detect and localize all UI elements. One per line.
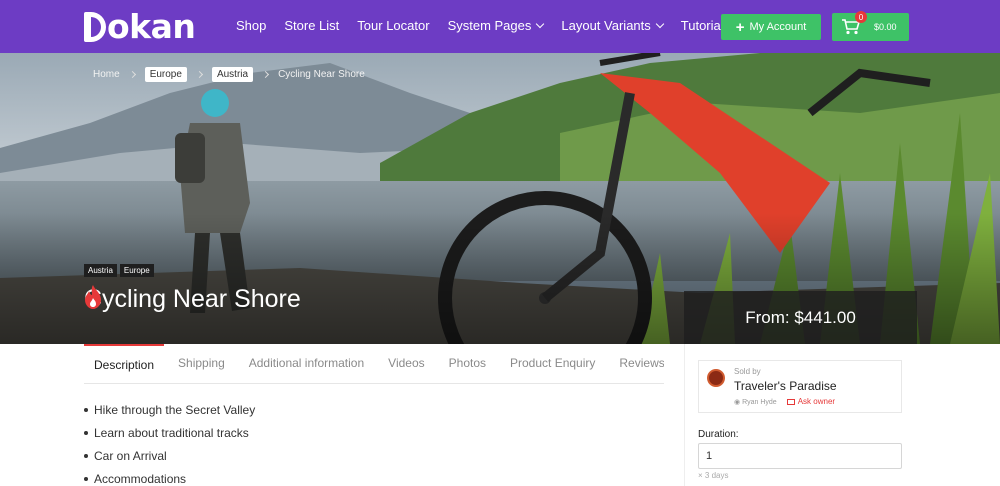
owner-name: ◉ Ryan Hyde: [734, 398, 777, 406]
list-item: Car on Arrival: [84, 444, 255, 467]
cart-count-badge: 0: [855, 11, 867, 23]
tab-product-enquiry[interactable]: Product Enquiry: [500, 344, 605, 383]
breadcrumb-current: Cycling Near Shore: [278, 69, 365, 80]
duration-hint: × 3 days: [698, 471, 729, 480]
tab-reviews[interactable]: Reviews: [609, 344, 664, 383]
chevron-down-icon: [536, 19, 545, 29]
tab-description[interactable]: Description: [84, 344, 165, 383]
logo-d-mark: [84, 12, 106, 42]
chevron-down-icon: [655, 19, 665, 29]
tag-europe[interactable]: Europe: [119, 264, 154, 277]
tour-title-text: Cycling Near Shore: [84, 285, 301, 313]
top-navigation-bar: okan Shop Store List Tour Locator System…: [0, 0, 1000, 53]
description-list: Hike through the Secret Valley Learn abo…: [84, 398, 255, 486]
price-box: From: $441.00: [684, 291, 917, 344]
tab-additional-information[interactable]: Additional information: [239, 344, 374, 383]
product-tabs: Description Shipping Additional informat…: [84, 344, 664, 384]
nav-store-list-label: Store List: [284, 18, 340, 33]
ask-owner-link[interactable]: Ask owner: [786, 397, 836, 406]
my-account-label: My Account: [749, 21, 807, 33]
nav-tour-locator-label: Tour Locator: [357, 18, 430, 33]
my-account-button[interactable]: + My Account: [721, 14, 821, 40]
chevron-right-icon: [262, 70, 270, 79]
cart-total: $0.00: [874, 22, 897, 32]
vendor-name[interactable]: Traveler's Paradise: [734, 379, 837, 393]
price-text: From: $441.00: [745, 307, 856, 327]
duration-input[interactable]: [698, 443, 902, 469]
sold-by-label: Sold by: [734, 367, 761, 376]
tag-austria[interactable]: Austria: [84, 264, 117, 277]
dokan-logo[interactable]: okan: [84, 6, 196, 46]
mail-icon: [786, 398, 795, 405]
nav-shop-label: Shop: [236, 18, 267, 33]
list-item: Hike through the Secret Valley: [84, 398, 255, 421]
hero-banner: Home Europe Austria Cycling Near Shore A…: [0, 53, 1000, 344]
location-tags: Austria Europe: [84, 264, 154, 277]
owner-name-text: Ryan Hyde: [742, 398, 777, 406]
tab-videos[interactable]: Videos: [378, 344, 434, 383]
sidebar-divider: [684, 344, 685, 486]
list-item: Learn about traditional tracks: [84, 421, 255, 444]
main-nav: Shop Store List Tour Locator System Page…: [236, 18, 748, 33]
plus-icon: +: [735, 18, 745, 36]
nav-layout-variants-label: Layout Variants: [561, 18, 651, 33]
duration-label: Duration:: [698, 429, 739, 440]
tab-photos[interactable]: Photos: [439, 344, 496, 383]
nav-tour-locator[interactable]: Tour Locator: [357, 18, 429, 33]
chevron-right-icon: [128, 70, 136, 79]
vendor-card: Sold by Traveler's Paradise ◉ Ryan Hyde …: [698, 360, 902, 413]
tab-shipping[interactable]: Shipping: [168, 344, 235, 383]
breadcrumb-austria[interactable]: Austria: [211, 67, 254, 82]
tour-title: Cycling Near Shore: [84, 285, 301, 314]
breadcrumb: Home Europe Austria Cycling Near Shore: [93, 67, 365, 82]
nav-store-list[interactable]: Store List: [284, 18, 339, 33]
nav-system-pages-label: System Pages: [447, 18, 532, 33]
flame-icon: [85, 285, 101, 309]
ask-owner-label: Ask owner: [797, 397, 836, 406]
breadcrumb-europe[interactable]: Europe: [144, 67, 187, 82]
vendor-meta: ◉ Ryan Hyde Ask owner: [734, 397, 835, 406]
breadcrumb-home[interactable]: Home: [93, 69, 120, 80]
list-item: Accommodations: [84, 467, 255, 486]
nav-layout-variants[interactable]: Layout Variants: [561, 18, 665, 33]
vendor-logo[interactable]: [707, 369, 725, 387]
logo-text: okan: [107, 6, 196, 46]
nav-system-pages[interactable]: System Pages: [447, 18, 545, 33]
nav-shop[interactable]: Shop: [236, 18, 266, 33]
cart-button[interactable]: 0 $0.00: [832, 11, 909, 41]
chevron-right-icon: [195, 70, 203, 79]
